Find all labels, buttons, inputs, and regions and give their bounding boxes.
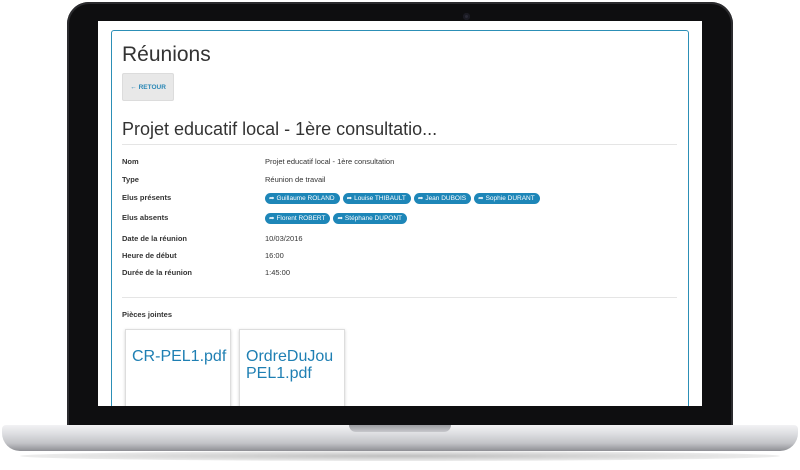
date-value: 10/03/2016 <box>265 234 303 243</box>
attachment-card[interactable]: OrdreDuJou PEL1.pdf <box>239 329 345 406</box>
elu-tag[interactable]: ➦ Florent ROBERT <box>265 213 331 224</box>
share-arrow-icon: ➦ <box>478 195 484 202</box>
page-title: Réunions <box>122 43 211 66</box>
type-label: Type <box>122 175 139 184</box>
elu-tag[interactable]: ➦ Jean DUBOIS <box>413 193 472 204</box>
duree-value: 1:45:00 <box>265 268 291 277</box>
share-arrow-icon: ➦ <box>269 215 275 222</box>
elus-absents-label: Elus absents <box>122 213 169 222</box>
meeting-title: Projet educatif local - 1ère consultatio… <box>122 119 438 139</box>
divider <box>122 297 677 298</box>
elu-tag[interactable]: ➦ Stéphane DUPONT <box>333 213 408 224</box>
elu-tag[interactable]: ➦ Sophie DURANT <box>474 193 540 204</box>
laptop-notch <box>349 425 451 432</box>
divider <box>122 144 677 145</box>
share-arrow-icon: ➦ <box>417 195 424 202</box>
heure-value: 16:00 <box>265 251 284 260</box>
heure-label: Heure de début <box>122 251 177 260</box>
type-value: Réunion de travail <box>265 175 326 184</box>
elus-absents-list: ➦ Florent ROBERT ➦ Stéphane DUPONT <box>265 213 410 224</box>
nom-value: Projet educatif local - 1ère consultatio… <box>265 157 395 166</box>
attachments-label: Pièces jointes <box>122 310 173 319</box>
laptop-shadow <box>20 451 780 461</box>
elu-tag[interactable]: ➦ Guillaume ROLAND <box>265 193 340 204</box>
nom-label: Nom <box>122 157 139 166</box>
share-arrow-icon: ➦ <box>269 195 275 202</box>
date-label: Date de la réunion <box>122 234 188 243</box>
meeting-panel: Réunions ← RETOUR Projet educatif local … <box>111 30 689 406</box>
back-button-label: RETOUR <box>138 83 166 91</box>
share-arrow-icon: ➦ <box>346 195 353 202</box>
attachment-card[interactable]: CR-PEL1.pdf <box>125 329 231 406</box>
elus-presents-label: Elus présents <box>122 193 172 202</box>
elu-tag[interactable]: ➦ Louise THIBAULT <box>342 193 411 204</box>
screen: Réunions ← RETOUR Projet educatif local … <box>98 21 702 406</box>
camera-icon <box>463 13 470 20</box>
back-button[interactable]: ← RETOUR <box>122 73 174 101</box>
attachment-filename: CR-PEL1.pdf <box>132 348 227 365</box>
duree-label: Durée de la réunion <box>122 268 193 277</box>
arrow-left-icon: ← <box>130 83 137 91</box>
share-arrow-icon: ➦ <box>337 215 343 222</box>
attachment-filename: OrdreDuJou PEL1.pdf <box>246 348 334 382</box>
elus-presents-list: ➦ Guillaume ROLAND ➦ Louise THIBAULT ➦ Jean D… <box>265 193 543 204</box>
